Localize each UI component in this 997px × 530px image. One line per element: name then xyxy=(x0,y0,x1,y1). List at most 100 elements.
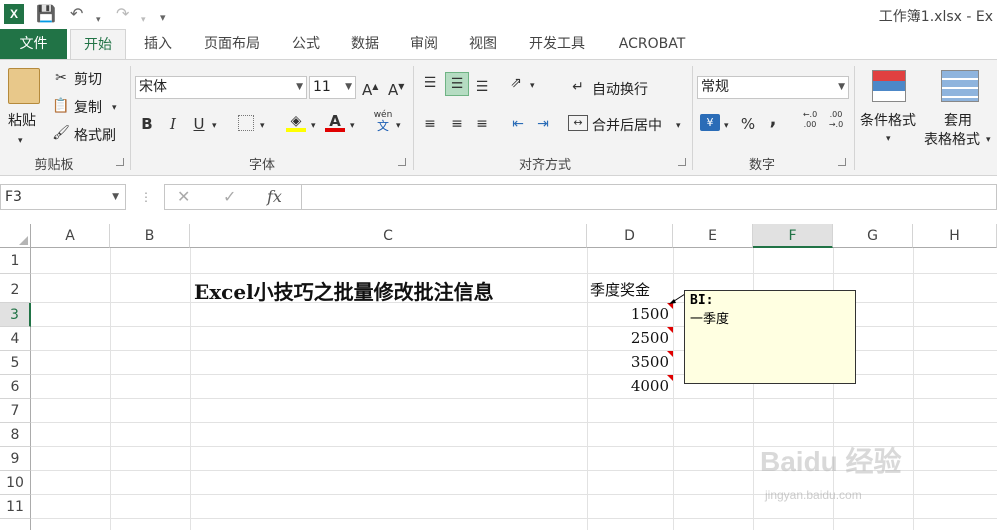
conditional-formatting-dropdown-icon[interactable]: ▾ xyxy=(886,130,891,148)
merge-center-dropdown-icon[interactable]: ▾ xyxy=(676,117,681,135)
tab-page-layout[interactable]: 页面布局 xyxy=(194,29,270,59)
alignment-launcher-icon[interactable] xyxy=(678,158,686,166)
comma-button[interactable]: , xyxy=(767,111,779,129)
row-header-9[interactable]: 9 xyxy=(0,447,31,471)
cut-button[interactable]: 剪切 xyxy=(74,69,102,89)
column-header-g[interactable]: G xyxy=(833,224,913,248)
wrap-text-button[interactable]: 自动换行 xyxy=(592,79,648,99)
underline-button[interactable]: U xyxy=(192,115,206,133)
cancel-icon[interactable]: ✕ xyxy=(177,188,190,206)
customize-icon[interactable]: ▾ xyxy=(160,8,166,28)
font-name-select[interactable]: 宋体 ▼ xyxy=(135,76,307,99)
cell-d3[interactable]: 1500 xyxy=(590,305,669,323)
row-header-1[interactable]: 1 xyxy=(0,248,31,274)
tab-home[interactable]: 开始 xyxy=(70,29,126,60)
name-box[interactable]: F3 ▼ xyxy=(0,184,126,210)
more-options-icon[interactable]: ⋮ xyxy=(140,188,152,206)
cell-d2[interactable]: 季度奖金 xyxy=(590,279,650,300)
redo-dropdown-icon[interactable]: ▾ xyxy=(141,10,146,30)
font-color-icon[interactable]: A xyxy=(325,112,345,132)
bold-button[interactable]: B xyxy=(140,115,154,133)
tab-file[interactable]: 文件 xyxy=(0,29,67,59)
undo-dropdown-icon[interactable]: ▾ xyxy=(96,10,101,30)
paste-dropdown-icon[interactable]: ▾ xyxy=(18,132,23,150)
column-header-f[interactable]: F xyxy=(753,224,833,248)
tab-formulas[interactable]: 公式 xyxy=(283,29,329,59)
tab-developer[interactable]: 开发工具 xyxy=(519,29,595,59)
copy-icon[interactable]: 📋 xyxy=(52,97,70,115)
column-header-c[interactable]: C xyxy=(190,224,587,248)
format-as-table-button[interactable]: 表格格式 xyxy=(924,129,980,149)
currency-dropdown-icon[interactable]: ▾ xyxy=(724,117,729,135)
format-painter-button[interactable]: 格式刷 xyxy=(74,125,116,145)
tab-review[interactable]: 审阅 xyxy=(401,29,447,59)
borders-icon[interactable] xyxy=(238,115,254,131)
italic-button[interactable]: I xyxy=(166,115,180,133)
cell-d6[interactable]: 4000 xyxy=(590,377,669,395)
tab-data[interactable]: 数据 xyxy=(342,29,388,59)
column-header-e[interactable]: E xyxy=(673,224,753,248)
increase-indent-icon[interactable]: ⇥ xyxy=(533,115,553,133)
merge-center-icon[interactable]: ↔ xyxy=(568,115,588,131)
font-size-select[interactable]: 11 ▼ xyxy=(309,76,356,99)
number-format-select[interactable]: 常规 ▼ xyxy=(697,76,849,99)
font-color-dropdown-icon[interactable]: ▾ xyxy=(350,117,355,135)
phonetic-dropdown-icon[interactable]: ▾ xyxy=(396,117,401,135)
phonetic-icon[interactable]: wén 文 xyxy=(372,110,394,134)
column-header-a[interactable]: A xyxy=(31,224,110,248)
increase-decimal-button[interactable]: ←.0 .00 xyxy=(800,110,820,130)
orientation-icon[interactable]: ⇗ xyxy=(506,74,526,92)
underline-dropdown-icon[interactable]: ▾ xyxy=(212,117,217,135)
align-bottom-icon[interactable]: ☰ xyxy=(472,78,492,96)
font-launcher-icon[interactable] xyxy=(398,158,406,166)
format-as-table-icon[interactable] xyxy=(941,70,979,102)
percent-button[interactable]: % xyxy=(740,115,756,133)
row-header-8[interactable]: 8 xyxy=(0,423,31,447)
row-header-7[interactable]: 7 xyxy=(0,399,31,423)
column-header-d[interactable]: D xyxy=(587,224,673,248)
decrease-decimal-button[interactable]: .00 →.0 xyxy=(826,110,846,130)
comment-indicator[interactable] xyxy=(667,351,673,357)
copy-button[interactable]: 复制 xyxy=(74,97,102,117)
row-header-3[interactable]: 3 xyxy=(0,303,31,327)
decrease-indent-icon[interactable]: ⇤ xyxy=(508,115,528,133)
align-center-icon[interactable]: ≡ xyxy=(447,115,467,133)
row-header-5[interactable]: 5 xyxy=(0,351,31,375)
format-painter-icon[interactable]: 🖌 xyxy=(52,124,70,142)
align-right-icon[interactable]: ≡ xyxy=(472,115,492,133)
row-header-12[interactable] xyxy=(0,519,31,530)
row-header-11[interactable]: 11 xyxy=(0,495,31,519)
cell-d5[interactable]: 3500 xyxy=(590,353,669,371)
conditional-formatting-icon[interactable] xyxy=(872,70,906,102)
formula-input[interactable] xyxy=(302,184,997,210)
comment-indicator[interactable] xyxy=(667,327,673,333)
cell-d4[interactable]: 2500 xyxy=(590,329,669,347)
save-icon[interactable]: 💾 xyxy=(36,4,56,24)
insert-function-icon[interactable]: fx xyxy=(267,188,282,206)
borders-dropdown-icon[interactable]: ▾ xyxy=(260,117,265,135)
comment-text[interactable]: 一季度 xyxy=(690,308,850,327)
redo-icon[interactable]: ↷ xyxy=(116,4,129,24)
clipboard-launcher-icon[interactable] xyxy=(116,158,124,166)
align-middle-icon[interactable]: ☰ xyxy=(445,72,469,96)
comment-indicator[interactable] xyxy=(667,375,673,381)
copy-dropdown-icon[interactable]: ▾ xyxy=(112,99,117,117)
orientation-dropdown-icon[interactable]: ▾ xyxy=(530,77,535,95)
column-header-h[interactable]: H xyxy=(913,224,997,248)
align-top-icon[interactable]: ☰ xyxy=(420,74,440,92)
paste-icon[interactable] xyxy=(8,68,40,104)
grow-font-icon[interactable]: A▲ xyxy=(362,78,378,99)
row-header-2[interactable]: 2 xyxy=(0,274,31,303)
fill-color-icon[interactable]: ◈ xyxy=(286,112,306,132)
number-launcher-icon[interactable] xyxy=(838,158,846,166)
format-as-table-line1[interactable]: 套用 xyxy=(944,110,972,130)
undo-icon[interactable]: ↶ xyxy=(70,4,83,24)
tab-insert[interactable]: 插入 xyxy=(135,29,181,59)
scissors-icon[interactable]: ✂ xyxy=(52,69,70,87)
conditional-formatting-button[interactable]: 条件格式 xyxy=(860,110,916,130)
row-header-6[interactable]: 6 xyxy=(0,375,31,399)
tab-acrobat[interactable]: ACROBAT xyxy=(608,29,696,59)
wrap-text-icon[interactable]: ↵ xyxy=(568,78,588,96)
merge-center-button[interactable]: 合并后居中 xyxy=(592,115,662,135)
fill-color-dropdown-icon[interactable]: ▾ xyxy=(311,117,316,135)
